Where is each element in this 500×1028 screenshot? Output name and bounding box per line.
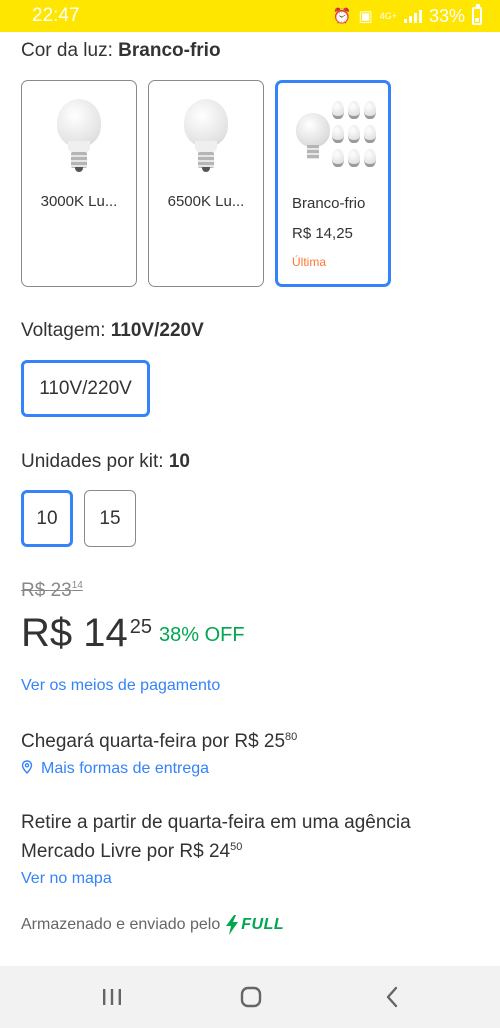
- original-price-cents: 14: [71, 580, 83, 591]
- view-map-link[interactable]: Ver no mapa: [21, 870, 112, 888]
- system-navigation-bar: [0, 966, 500, 1028]
- variant-name: Branco-frio: [292, 195, 366, 212]
- color-selected-value: Branco-frio: [118, 40, 221, 61]
- variant-card-6500k[interactable]: 6500K Lu...: [148, 80, 264, 287]
- signal-icon: [403, 9, 422, 23]
- fulfillment-info: Armazenado e enviado pelo FULL: [21, 915, 284, 935]
- bulb-image: [184, 99, 228, 175]
- delivery-text: Chegará quarta-feira por R$ 25: [21, 731, 286, 752]
- delivery-info: Chegará quarta-feira por R$ 2580: [21, 725, 297, 754]
- back-icon: [386, 986, 398, 1008]
- color-label-text: Cor da luz:: [21, 40, 119, 61]
- current-price: R$ 14 25 38% OFF: [21, 609, 245, 657]
- pickup-info: Retire a partir de quarta-feira em uma a…: [21, 811, 481, 864]
- price-integer: R$ 14: [21, 611, 128, 655]
- home-icon: [240, 986, 262, 1008]
- pickup-cents: 50: [230, 841, 243, 853]
- variant-price: R$ 14,25: [292, 225, 353, 242]
- lightning-bolt-icon: [226, 915, 239, 935]
- battery-percent: 33%: [428, 5, 465, 26]
- variant-card-branco-frio[interactable]: Branco-frio R$ 14,25 Última: [275, 80, 391, 287]
- battery-saver-icon: ▣: [358, 7, 373, 25]
- full-badge: FULL: [241, 916, 285, 933]
- alarm-icon: ⏰: [332, 7, 352, 25]
- back-button[interactable]: [352, 966, 432, 1028]
- voltage-label: Voltagem: 110V/220V: [21, 320, 204, 342]
- bulb-image: [57, 99, 101, 175]
- status-icons: ⏰ ▣ 4G+ 33%: [332, 4, 482, 27]
- units-option-10[interactable]: 10: [21, 490, 73, 547]
- status-bar: 22:47 ⏰ ▣ 4G+ 33%: [0, 0, 500, 32]
- location-pin-icon: [21, 760, 33, 774]
- more-delivery-options-link[interactable]: Mais formas de entrega: [21, 760, 209, 778]
- network-type: 4G+: [379, 10, 397, 21]
- price-cents: 25: [129, 616, 152, 638]
- bulb-kit-image: [296, 101, 376, 171]
- units-label: Unidades por kit: 10: [21, 451, 190, 473]
- units-selected-value: 10: [168, 451, 190, 472]
- units-label-text: Unidades por kit:: [21, 451, 169, 472]
- variant-card-3000k[interactable]: 3000K Lu...: [21, 80, 137, 287]
- original-price: R$ 2314: [21, 580, 83, 602]
- color-label: Cor da luz: Branco-frio: [21, 40, 221, 62]
- recent-apps-icon: [103, 989, 121, 1005]
- pickup-text: Retire a partir de quarta-feira em uma a…: [21, 812, 411, 862]
- payment-methods-link[interactable]: Ver os meios de pagamento: [21, 677, 220, 695]
- delivery-cents: 80: [285, 731, 298, 743]
- home-button[interactable]: [211, 966, 291, 1028]
- more-delivery-options-label: Mais formas de entrega: [41, 760, 210, 777]
- fulfillment-text: Armazenado e enviado pelo: [21, 916, 221, 933]
- voltage-option-110-220[interactable]: 110V/220V: [21, 360, 150, 417]
- variant-name: 6500K Lu...: [167, 193, 245, 210]
- recent-apps-button[interactable]: [72, 966, 152, 1028]
- status-time: 22:47: [32, 5, 80, 26]
- variant-stock-label: Última: [292, 255, 327, 269]
- voltage-selected-value: 110V/220V: [110, 320, 204, 341]
- battery-icon: [472, 4, 482, 25]
- variant-name: 3000K Lu...: [40, 193, 118, 210]
- units-option-15[interactable]: 15: [84, 490, 136, 547]
- voltage-label-text: Voltagem:: [21, 320, 111, 341]
- discount-badge: 38% OFF: [159, 624, 245, 646]
- original-price-integer: R$ 23: [21, 580, 72, 601]
